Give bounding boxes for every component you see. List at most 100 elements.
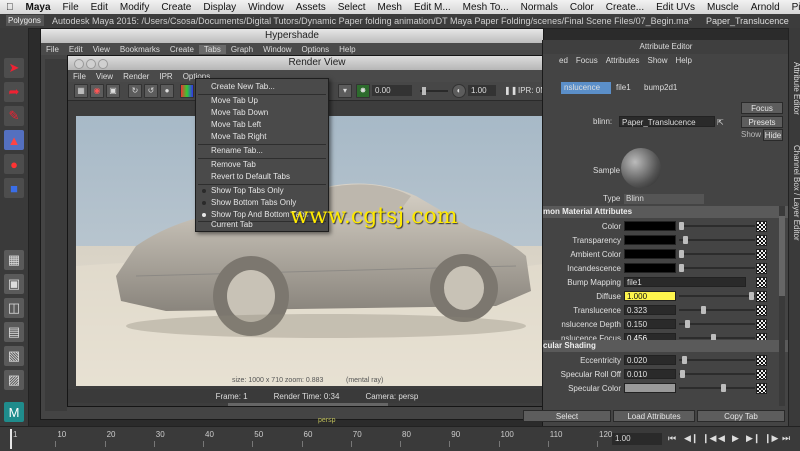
map-button-icon[interactable]	[756, 291, 767, 302]
ipr-pause-icon[interactable]: ❚❚	[504, 85, 517, 96]
ae-slider[interactable]	[679, 264, 755, 272]
rgb-channel-icon[interactable]	[180, 84, 194, 98]
ae-value-field[interactable]: 1.000	[624, 291, 676, 301]
lasso-tool-icon[interactable]: ➦	[4, 82, 24, 102]
menu-mesh[interactable]: Mesh	[372, 2, 408, 13]
menu-pipeline[interactable]: Pipeline	[786, 2, 800, 13]
menu-edit[interactable]: Edit	[85, 2, 114, 13]
select-tool-icon[interactable]: ➤	[4, 58, 24, 78]
ae-color-swatch[interactable]	[624, 383, 676, 393]
hs-menu-tabs[interactable]: Tabs	[198, 44, 226, 54]
step-back-frame-icon[interactable]: ❙◀	[702, 433, 716, 444]
ae-section-specular[interactable]: cular Shading	[543, 340, 789, 352]
ae-scrollbar-thumb[interactable]	[779, 216, 785, 296]
menu-select[interactable]: Select	[332, 2, 372, 13]
menu-show-top-tabs[interactable]: Show Top Tabs Only	[196, 185, 328, 197]
ae-value-field[interactable]: 0.010	[624, 369, 676, 379]
menu-normals[interactable]: Normals	[515, 2, 564, 13]
rv-menu-render[interactable]: Render	[118, 72, 154, 81]
play-forwards-icon[interactable]: ▶	[732, 433, 739, 444]
menu-revert-default-tabs[interactable]: Revert to Default Tabs	[196, 171, 328, 183]
ae-select-button[interactable]: Select	[523, 410, 611, 422]
exposure-field[interactable]: 0.00	[372, 85, 412, 96]
step-forward-frame-icon[interactable]: ▶❙	[746, 433, 760, 444]
ae-slider[interactable]	[679, 222, 755, 230]
ae-copy-tab-button[interactable]: Copy Tab	[697, 410, 785, 422]
menu-modify[interactable]: Modify	[114, 2, 155, 13]
ae-load-attributes-button[interactable]: Load Attributes	[613, 410, 695, 422]
ae-presets-button[interactable]: Presets	[741, 116, 783, 128]
map-button-icon[interactable]	[756, 263, 767, 274]
go-to-end-icon[interactable]: ⏭	[782, 433, 790, 444]
current-frame-field[interactable]: 1.00	[612, 433, 662, 445]
hs-menu-help[interactable]: Help	[334, 45, 360, 54]
snapshot-icon[interactable]: ▣	[106, 84, 120, 98]
menu-remove-tab[interactable]: Remove Tab	[196, 159, 328, 171]
map-button-icon[interactable]	[756, 235, 767, 246]
menu-move-tab-up[interactable]: Move Tab Up	[196, 95, 328, 107]
layout-outliner-icon[interactable]: ▧	[4, 346, 24, 366]
ae-slider-knob[interactable]	[683, 236, 688, 244]
exposure-slider[interactable]	[420, 87, 448, 95]
menu-app-name[interactable]: Maya	[20, 2, 57, 13]
layout-single-icon[interactable]: ▦	[4, 250, 24, 270]
apple-icon[interactable]: 	[0, 2, 20, 13]
ae-slider[interactable]	[679, 334, 755, 342]
ae-value-field[interactable]: 0.323	[624, 305, 676, 315]
menu-file[interactable]: File	[57, 2, 85, 13]
scale-tool-icon[interactable]: ■	[4, 178, 24, 198]
ae-slider[interactable]	[679, 236, 755, 244]
ae-show-button[interactable]: Show	[741, 130, 761, 139]
ae-node-name-field[interactable]: Paper_Translucence	[619, 116, 715, 127]
ae-menu-attributes[interactable]: Attributes	[602, 56, 644, 68]
menu-move-tab-right[interactable]: Move Tab Right	[196, 131, 328, 143]
menu-create-new-tab[interactable]: Create New Tab...	[196, 81, 328, 93]
ae-menu-help[interactable]: Help	[672, 56, 696, 68]
rv-menu-view[interactable]: View	[91, 72, 118, 81]
hs-menu-graph[interactable]: Graph	[226, 45, 258, 54]
menu-window[interactable]: Window	[242, 2, 290, 13]
hs-menu-view[interactable]: View	[88, 45, 115, 54]
ae-slider-knob[interactable]	[682, 356, 687, 364]
menu-color[interactable]: Color	[564, 2, 600, 13]
step-back-key-icon[interactable]: ◀❙	[684, 433, 698, 444]
map-button-icon[interactable]	[756, 319, 767, 330]
render-region-icon[interactable]: ◉	[90, 84, 104, 98]
ae-slider-knob[interactable]	[721, 384, 726, 392]
rv-menu-ipr[interactable]: IPR	[154, 72, 177, 81]
menu-mesh-tools[interactable]: Mesh To...	[457, 2, 515, 13]
go-to-start-icon[interactable]: ⏮	[668, 433, 676, 444]
side-tab-channel-box[interactable]: Channel Box / Layer Editor	[789, 138, 800, 248]
ae-slider-knob[interactable]	[680, 370, 685, 378]
menu-create-uvs[interactable]: Create...	[600, 2, 650, 13]
gamma-icon[interactable]: ◐	[452, 84, 466, 98]
ae-slider[interactable]	[679, 384, 755, 392]
menu-display[interactable]: Display	[197, 2, 242, 13]
time-cursor[interactable]	[10, 429, 12, 449]
map-button-icon[interactable]	[756, 305, 767, 316]
ae-slider-knob[interactable]	[701, 306, 706, 314]
ipr-refresh-icon[interactable]: ↺	[144, 84, 158, 98]
paint-select-icon[interactable]: ✎	[4, 106, 24, 126]
ae-slider-knob[interactable]	[749, 292, 754, 300]
ae-color-swatch[interactable]	[624, 221, 676, 231]
minimize-icon[interactable]	[86, 59, 96, 69]
exposure-icon[interactable]: ✸	[356, 84, 370, 98]
menu-arnold[interactable]: Arnold	[745, 2, 786, 13]
ae-menu-edit[interactable]: ed	[543, 56, 572, 68]
layout-two-icon[interactable]: ◫	[4, 298, 24, 318]
sphere-icon[interactable]: ●	[160, 84, 174, 98]
exposure-slider-knob[interactable]	[422, 87, 426, 95]
menu-move-tab-down[interactable]: Move Tab Down	[196, 107, 328, 119]
ae-tab-bump2d1[interactable]: bump2d1	[641, 82, 684, 94]
map-button-icon[interactable]	[756, 355, 767, 366]
ae-map-field[interactable]: file1	[624, 277, 746, 287]
menu-edit-uvs[interactable]: Edit UVs	[650, 2, 701, 13]
hs-menu-options[interactable]: Options	[297, 45, 335, 54]
side-tab-attribute-editor[interactable]: Attribute Editor	[789, 48, 800, 128]
ae-slider[interactable]	[679, 320, 755, 328]
map-button-icon[interactable]	[756, 249, 767, 260]
ae-menu-focus[interactable]: Focus	[572, 56, 602, 68]
ae-focus-button[interactable]: Focus	[741, 102, 783, 114]
menu-rename-tab[interactable]: Rename Tab...	[196, 145, 328, 157]
